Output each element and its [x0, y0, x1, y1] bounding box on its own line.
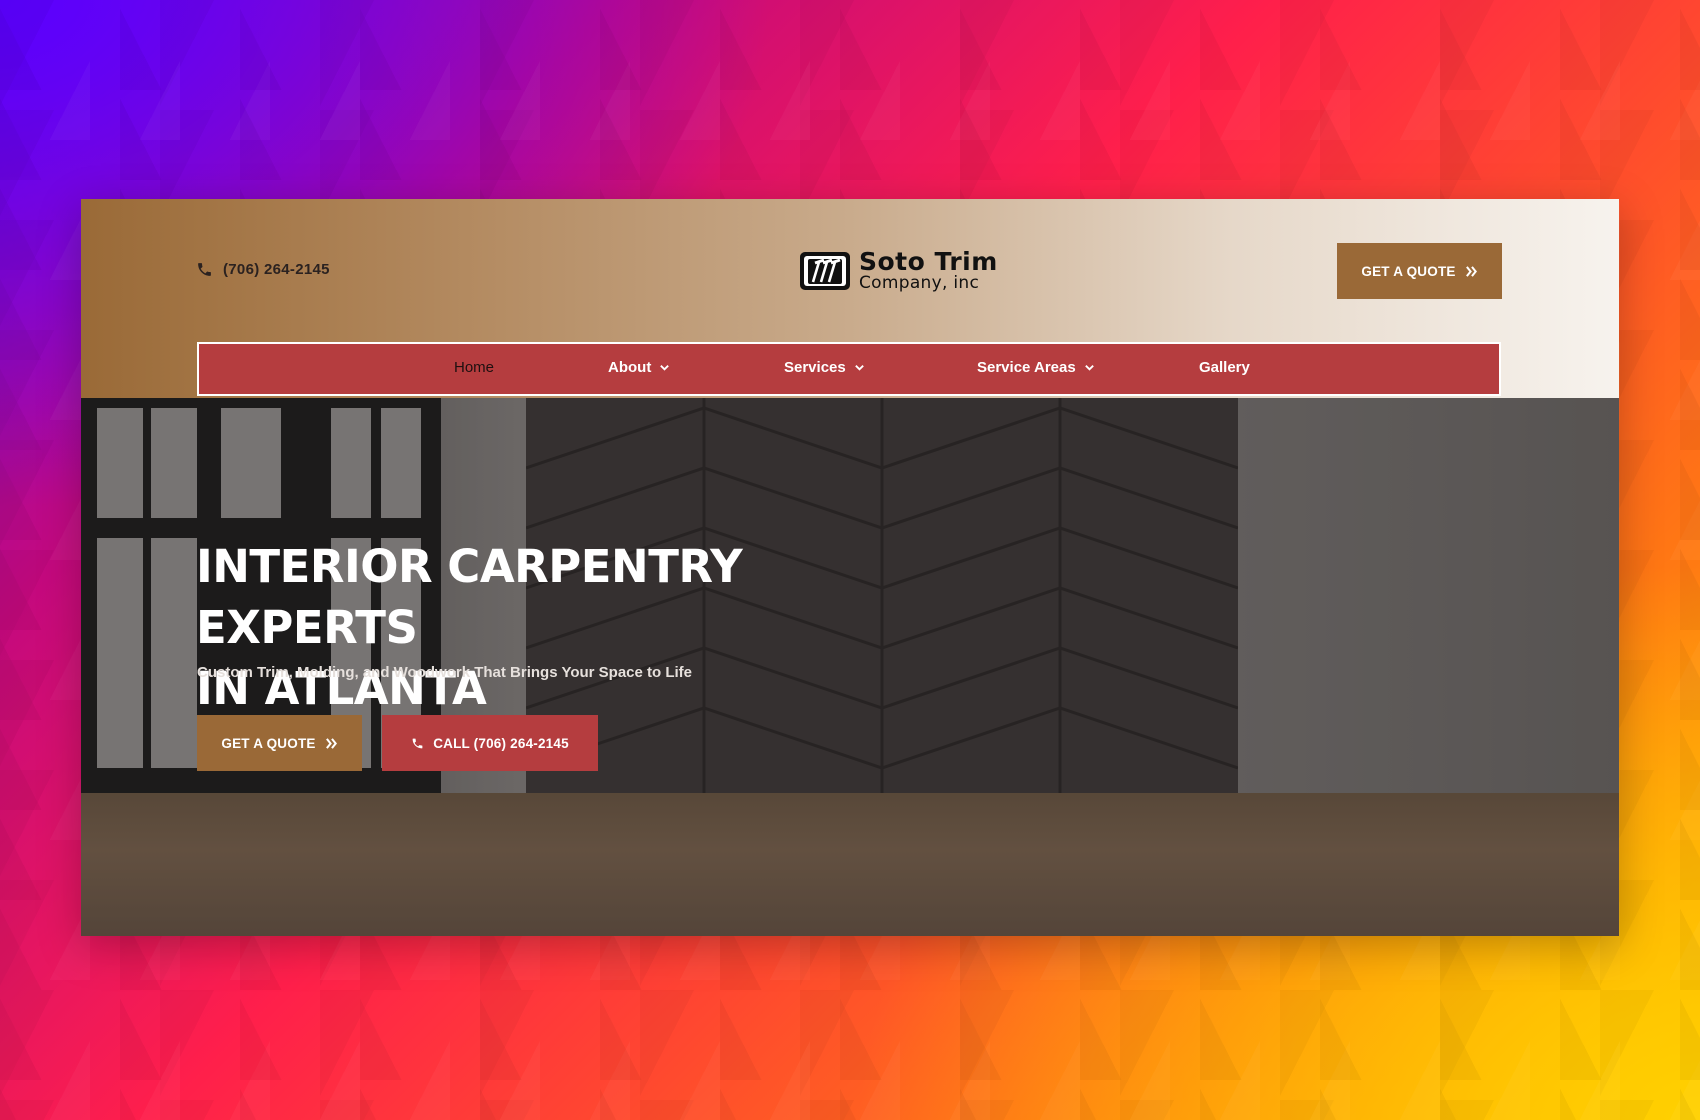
- site-logo[interactable]: Soto Trim Company, inc: [797, 246, 998, 294]
- phone-icon: [412, 738, 423, 748]
- nav-item-about[interactable]: About: [608, 359, 670, 376]
- hero-call-button[interactable]: CALL (706) 264-2145: [382, 715, 598, 771]
- double-chevron-right-icon: [1465, 265, 1477, 277]
- logo-subname: Company, inc: [859, 272, 980, 293]
- nav-item-service-areas[interactable]: Service Areas: [977, 359, 1095, 376]
- chevron-down-icon: [660, 365, 670, 371]
- nav-item-services[interactable]: Services: [784, 359, 865, 376]
- hero-call-label: CALL (706) 264-2145: [433, 735, 569, 751]
- header-topbar: (706) 264-2145 Soto Trim Company, inc GE…: [81, 199, 1619, 398]
- nav-item-service-areas-label: Service Areas: [977, 359, 1076, 376]
- double-chevron-right-icon: [325, 737, 337, 749]
- phone-icon: [198, 263, 211, 276]
- main-navigation: Home About Services Service Areas Galler…: [197, 342, 1501, 396]
- logo-text: Soto Trim Company, inc: [859, 249, 998, 292]
- hero-get-quote-label: GET A QUOTE: [221, 735, 316, 751]
- hero-subtitle: Custom Trim, Molding, and Woodwork That …: [197, 664, 693, 681]
- nav-item-about-label: About: [608, 359, 652, 376]
- hero-section: INTERIOR CARPENTRY EXPERTS IN ATLANTA Cu…: [81, 398, 1619, 936]
- hammers-logo-icon: [800, 252, 850, 290]
- nav-item-home-label: Home: [454, 359, 495, 376]
- header-get-quote-button[interactable]: GET A QUOTE: [1337, 243, 1502, 299]
- hero-title-line-1: INTERIOR CARPENTRY EXPERTS: [196, 540, 743, 654]
- hero-get-quote-button[interactable]: GET A QUOTE: [197, 715, 362, 771]
- header-get-quote-label: GET A QUOTE: [1361, 263, 1456, 279]
- nav-item-home[interactable]: Home: [454, 359, 494, 376]
- hero-title: INTERIOR CARPENTRY EXPERTS IN ATLANTA: [196, 536, 956, 719]
- chevron-down-icon: [854, 365, 864, 371]
- nav-item-gallery-label: Gallery: [1199, 359, 1250, 376]
- chevron-down-icon: [1084, 365, 1094, 371]
- nav-item-services-label: Services: [784, 359, 846, 376]
- logo-name: Soto Trim: [859, 246, 998, 276]
- header-phone[interactable]: (706) 264-2145: [196, 261, 330, 278]
- nav-item-gallery[interactable]: Gallery: [1199, 359, 1250, 376]
- website-frame: (706) 264-2145 Soto Trim Company, inc GE…: [81, 199, 1619, 936]
- header-phone-number: (706) 264-2145: [223, 261, 330, 278]
